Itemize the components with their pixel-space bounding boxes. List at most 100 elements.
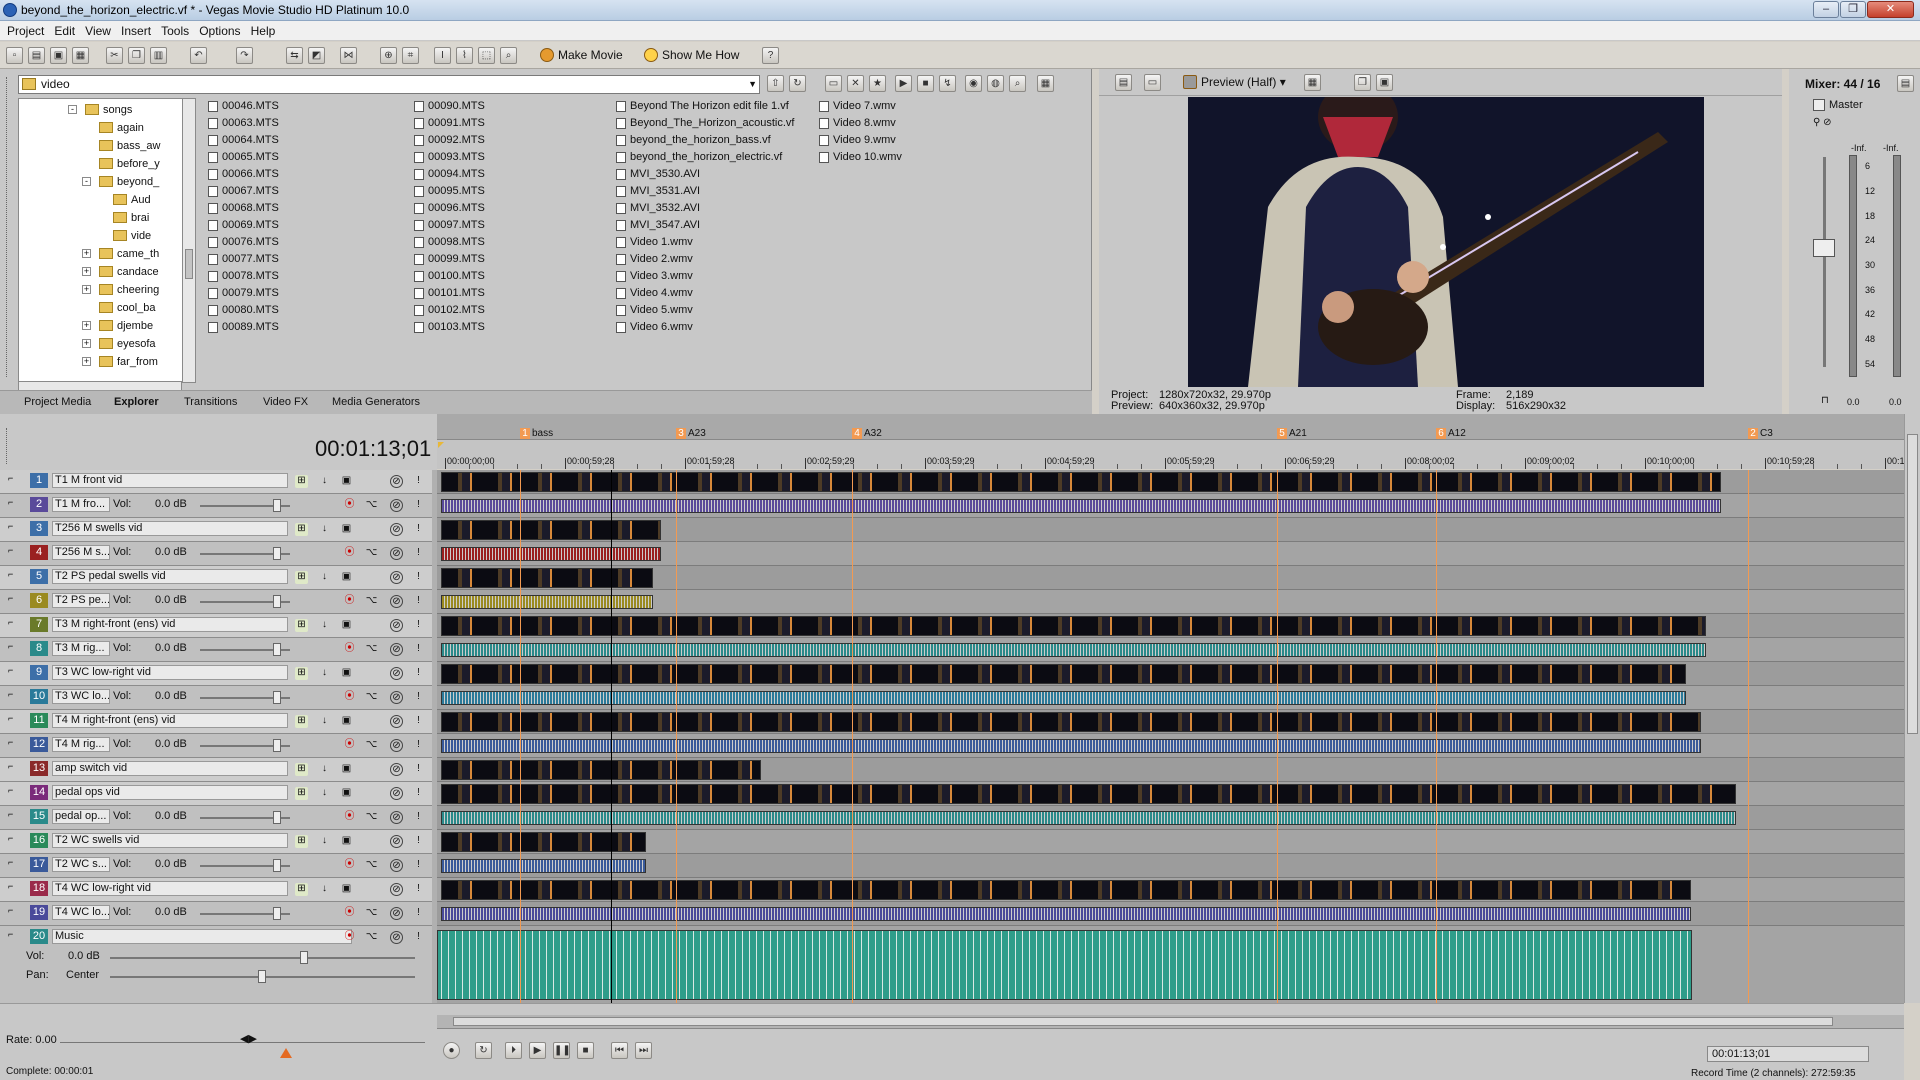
track-expand-icon[interactable]: ⌐ <box>8 929 13 939</box>
track-name[interactable]: T256 M s... <box>52 545 110 560</box>
track-motion-icon[interactable]: ↓ <box>318 523 331 536</box>
mute-icon[interactable]: ⊘ <box>390 835 403 848</box>
timeline-lane[interactable] <box>437 590 1904 614</box>
timeline-lane[interactable] <box>437 494 1904 518</box>
timeline-lane[interactable] <box>437 830 1904 854</box>
menu-options[interactable]: Options <box>192 21 240 38</box>
zoom-tool-icon[interactable]: ⌕ <box>500 47 517 64</box>
video-clip[interactable] <box>441 664 1686 684</box>
track-motion-icon[interactable]: ↓ <box>318 475 331 488</box>
timeline-lane[interactable] <box>437 758 1904 782</box>
volume-slider-thumb[interactable] <box>273 811 281 824</box>
file-item[interactable]: Video 2.wmv <box>614 251 693 268</box>
track-name[interactable]: T2 PS pedal swells vid <box>52 569 288 584</box>
arm-record-icon[interactable]: ⦿ <box>343 643 356 656</box>
music-clip[interactable] <box>437 930 1692 1000</box>
file-item[interactable]: 00065.MTS <box>206 149 279 166</box>
preview-quality-dropdown[interactable]: Preview (Half) ▾ <box>1181 74 1286 91</box>
tab-explorer[interactable]: Explorer <box>114 396 159 408</box>
track-name[interactable]: T4 M rig... <box>52 737 110 752</box>
master-fader-track[interactable] <box>1823 157 1826 367</box>
lock-envelopes-icon[interactable]: ◩ <box>308 47 325 64</box>
track-fx-icon[interactable]: ⌥ <box>365 691 378 704</box>
track-name[interactable]: T2 PS pe... <box>52 593 110 608</box>
minimize-button[interactable]: – <box>1813 1 1839 18</box>
timeline-cursor[interactable] <box>611 470 612 1003</box>
file-item[interactable]: Video 4.wmv <box>614 285 693 302</box>
file-item[interactable]: 00095.MTS <box>412 183 485 200</box>
video-clip[interactable] <box>441 712 1701 732</box>
timeline-lane[interactable] <box>437 926 1904 1003</box>
menu-project[interactable]: Project <box>0 21 44 38</box>
show-me-how-button[interactable]: Show Me How <box>642 47 739 64</box>
mute-icon[interactable]: ⊘ <box>390 523 403 536</box>
track-expand-icon[interactable]: ⌐ <box>8 881 13 891</box>
track-fx-icon[interactable]: ⌥ <box>365 643 378 656</box>
mute-icon[interactable]: ⊘ <box>390 547 403 560</box>
solo-icon[interactable]: ! <box>412 475 425 488</box>
solo-icon[interactable]: ! <box>412 739 425 752</box>
go-to-end-icon[interactable]: ⏭ <box>635 1042 652 1059</box>
timeline-lane[interactable] <box>437 710 1904 734</box>
paste-icon[interactable]: ▥ <box>150 47 167 64</box>
file-item[interactable]: 00068.MTS <box>206 200 279 217</box>
track-expand-icon[interactable]: ⌐ <box>8 665 13 675</box>
file-item[interactable]: 00078.MTS <box>206 268 279 285</box>
video-clip[interactable] <box>441 760 761 780</box>
audio-clip[interactable] <box>441 811 1736 825</box>
redo-icon[interactable]: ↷ <box>236 47 253 64</box>
media-manager-icon[interactable]: ◍ <box>987 75 1004 92</box>
file-item[interactable]: 00098.MTS <box>412 234 485 251</box>
marker[interactable]: 1 bass <box>520 428 553 441</box>
tree-item[interactable]: + djembe <box>82 318 153 335</box>
audio-clip[interactable] <box>441 547 661 561</box>
mute-icon[interactable]: ⊘ <box>390 571 403 584</box>
rate-thumb-icon[interactable]: ◀▶ <box>240 1032 257 1045</box>
solo-icon[interactable]: ! <box>412 763 425 776</box>
track-name[interactable]: T2 WC swells vid <box>52 833 288 848</box>
video-clip[interactable] <box>441 880 1691 900</box>
timeline-scroll-thumb[interactable] <box>1907 434 1918 734</box>
track-fx-icon[interactable]: ⊞ <box>295 523 308 536</box>
file-item[interactable]: 00079.MTS <box>206 285 279 302</box>
solo-icon[interactable]: ! <box>412 907 425 920</box>
track-expand-icon[interactable]: ⌐ <box>8 521 13 531</box>
tab-transitions[interactable]: Transitions <box>184 396 237 408</box>
compositing-mode-icon[interactable]: ▣ <box>340 883 353 896</box>
marker[interactable]: 5 A21 <box>1277 428 1307 441</box>
file-item[interactable]: MVI_3532.AVI <box>614 200 700 217</box>
file-item[interactable]: 00080.MTS <box>206 302 279 319</box>
mute-icon[interactable]: ⊘ <box>390 931 403 944</box>
track-fx-icon[interactable]: ⌥ <box>365 547 378 560</box>
file-item[interactable]: Video 7.wmv <box>817 98 896 115</box>
selection-tool-icon[interactable]: ⬚ <box>478 47 495 64</box>
timeline-hscroll-thumb[interactable] <box>453 1017 1833 1026</box>
compositing-mode-icon[interactable]: ▣ <box>340 475 353 488</box>
file-item[interactable]: beyond_the_horizon_electric.vf <box>614 149 782 166</box>
auto-preview-icon[interactable]: ↯ <box>939 75 956 92</box>
track-header[interactable]: ⌐ 13 amp switch vid ⊞ ↓ ▣ ⊘! <box>0 758 432 782</box>
tree-item[interactable]: vide <box>113 228 151 245</box>
quantize-icon[interactable]: ⌗ <box>402 47 419 64</box>
file-item[interactable]: Beyond The Horizon edit file 1.vf <box>614 98 789 115</box>
stop-icon[interactable]: ■ <box>577 1042 594 1059</box>
mute-icon[interactable]: ⊘ <box>390 667 403 680</box>
track-header[interactable]: ⌐ 19 T4 WC lo... Vol: 0.0 dB ⦿ ⌥ ⊘! <box>0 902 432 926</box>
file-item[interactable]: 00092.MTS <box>412 132 485 149</box>
mute-icon[interactable]: ⊘ <box>390 811 403 824</box>
file-item[interactable]: Video 6.wmv <box>614 319 693 336</box>
file-item[interactable]: 00102.MTS <box>412 302 485 319</box>
track-expand-icon[interactable]: ⌐ <box>8 593 13 603</box>
volume-slider-thumb[interactable] <box>273 643 281 656</box>
track-header[interactable]: ⌐ 9 T3 WC low-right vid ⊞ ↓ ▣ ⊘! <box>0 662 432 686</box>
loop-playback-icon[interactable]: ↻ <box>475 1042 492 1059</box>
tree-expander-icon[interactable]: + <box>82 339 91 348</box>
tab-video-fx[interactable]: Video FX <box>263 396 308 408</box>
solo-icon[interactable]: ! <box>412 931 425 944</box>
copy-snapshot-icon[interactable]: ❐ <box>1354 74 1371 91</box>
normal-edit-tool-icon[interactable]: I <box>434 47 451 64</box>
add-favorites-icon[interactable]: ★ <box>869 75 886 92</box>
video-clip[interactable] <box>441 520 661 540</box>
solo-icon[interactable]: ! <box>412 643 425 656</box>
track-expand-icon[interactable]: ⌐ <box>8 833 13 843</box>
